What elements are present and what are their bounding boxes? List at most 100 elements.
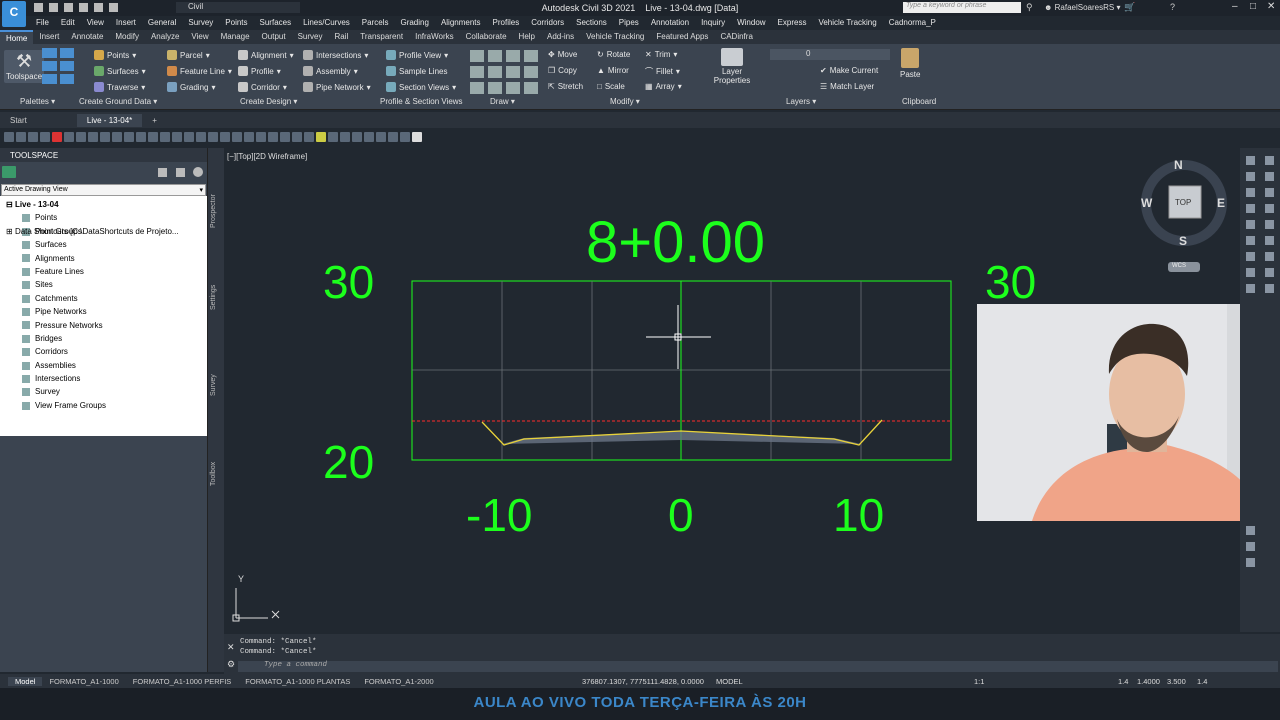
ribbon-tab[interactable]: Annotate bbox=[65, 30, 109, 44]
tree-item[interactable]: Catchments bbox=[0, 292, 207, 305]
alignment-button[interactable]: Alignment ▾ bbox=[238, 50, 294, 60]
close-icon[interactable]: ✕ bbox=[227, 642, 235, 653]
tree-item[interactable]: Surfaces bbox=[0, 238, 207, 251]
ribbon-tab[interactable]: Featured Apps bbox=[650, 30, 714, 44]
ribbon-tab[interactable]: Output bbox=[256, 30, 292, 44]
move-button[interactable]: ✥ Move bbox=[548, 50, 577, 59]
help-icon[interactable]: ? bbox=[1170, 2, 1175, 12]
ribbon-tab[interactable]: Analyze bbox=[145, 30, 185, 44]
layer-select[interactable]: 0 bbox=[770, 49, 890, 60]
points-button[interactable]: Points ▾ bbox=[94, 50, 136, 60]
tab-toolbox[interactable]: Toolbox bbox=[210, 462, 217, 486]
tree-item[interactable]: Survey bbox=[0, 385, 207, 398]
menu-item[interactable]: Insert bbox=[110, 16, 142, 30]
ribbon-tab[interactable]: Manage bbox=[215, 30, 256, 44]
ribbon-tab[interactable]: Home bbox=[0, 30, 34, 44]
search-icon[interactable]: ⚲ bbox=[1026, 2, 1033, 13]
tree-item[interactable]: Sites bbox=[0, 278, 207, 291]
menu-item[interactable]: File bbox=[30, 16, 55, 30]
draw-tools[interactable] bbox=[470, 50, 538, 94]
tree-item[interactable]: View Frame Groups bbox=[0, 399, 207, 412]
ribbon-tab[interactable]: Add-ins bbox=[541, 30, 580, 44]
quick-access-toolbar[interactable] bbox=[34, 3, 174, 13]
ribbon-tab[interactable]: Rail bbox=[328, 30, 354, 44]
paste-button[interactable]: Paste bbox=[900, 48, 920, 79]
menu-item[interactable]: Lines/Curves bbox=[297, 16, 356, 30]
traverse-button[interactable]: Traverse ▾ bbox=[94, 82, 145, 92]
wrench-icon[interactable]: ⚙ bbox=[227, 659, 235, 670]
panel-create-design[interactable]: Create Design ▾ bbox=[240, 97, 297, 106]
viewcube-top-face[interactable]: TOP bbox=[1175, 198, 1191, 207]
corridor-button[interactable]: Corridor ▾ bbox=[238, 82, 287, 92]
minimize-button[interactable]: – bbox=[1232, 1, 1238, 12]
toolbar-strip[interactable] bbox=[0, 129, 500, 145]
tree-item[interactable]: Alignments bbox=[0, 252, 207, 265]
profile-button[interactable]: Profile ▾ bbox=[238, 66, 281, 76]
menu-item[interactable]: Express bbox=[772, 16, 813, 30]
ribbon-tab[interactable]: Insert bbox=[33, 30, 65, 44]
view-select[interactable]: Active Drawing View ▾ bbox=[1, 184, 206, 196]
ribbon-tab[interactable]: Modify bbox=[109, 30, 145, 44]
section-views-button[interactable]: Section Views ▾ bbox=[386, 82, 456, 92]
menu-item[interactable]: Surfaces bbox=[254, 16, 298, 30]
compass-south[interactable]: S bbox=[1179, 234, 1187, 248]
sample-lines-button[interactable]: Sample Lines bbox=[386, 66, 447, 76]
ribbon-tab[interactable]: CADinfra bbox=[714, 30, 758, 44]
menu-item[interactable]: Edit bbox=[55, 16, 81, 30]
tree-item[interactable]: Pressure Networks bbox=[0, 319, 207, 332]
ribbon-tab[interactable]: View bbox=[185, 30, 214, 44]
panel-layers[interactable]: Layers ▾ bbox=[786, 97, 816, 106]
assembly-button[interactable]: Assembly ▾ bbox=[303, 66, 358, 76]
array-button[interactable]: ▦ Array ▾ bbox=[645, 82, 682, 91]
panel-draw[interactable]: Draw ▾ bbox=[490, 97, 515, 106]
tree-data-shortcuts[interactable]: ⊞ Data Shortcuts [C:\DataShortcuts de Pr… bbox=[0, 225, 207, 238]
panel-modify[interactable]: Modify ▾ bbox=[610, 97, 640, 106]
tree-item[interactable]: Feature Lines bbox=[0, 265, 207, 278]
annotation-scale[interactable]: 1:1 bbox=[974, 677, 984, 686]
app-logo[interactable]: C bbox=[2, 1, 26, 27]
menu-item[interactable]: Pipes bbox=[613, 16, 645, 30]
layout-tab[interactable]: FORMATO_A1-1000 PERFIS bbox=[126, 677, 239, 686]
toolspace-button[interactable]: ⚒ Toolspace bbox=[4, 50, 45, 83]
panel-profile-section-views[interactable]: Profile & Section Views bbox=[380, 97, 463, 106]
search-input[interactable]: Type a keyword or phrase bbox=[903, 2, 1021, 13]
tree-item[interactable]: Intersections bbox=[0, 372, 207, 385]
tab-drawing[interactable]: Live - 13-04* bbox=[76, 113, 143, 127]
toolspace-view-icon[interactable] bbox=[176, 168, 185, 177]
menu-item[interactable]: Points bbox=[219, 16, 253, 30]
stretch-button[interactable]: ⇱ Stretch bbox=[548, 82, 583, 91]
tab-survey[interactable]: Survey bbox=[210, 374, 217, 396]
layout-tab[interactable]: FORMATO_A1-1000 bbox=[42, 677, 125, 686]
compass-west[interactable]: W bbox=[1141, 196, 1152, 210]
ribbon-tab[interactable]: Vehicle Tracking bbox=[580, 30, 650, 44]
cart-icon[interactable]: 🛒 bbox=[1124, 2, 1135, 13]
panel-create-ground-data[interactable]: Create Ground Data ▾ bbox=[79, 97, 157, 106]
command-input[interactable]: Type a command bbox=[238, 661, 1278, 672]
new-tab-button[interactable]: + bbox=[142, 114, 167, 127]
trim-button[interactable]: ✕ Trim ▾ bbox=[645, 50, 677, 59]
tree-item[interactable]: Assemblies bbox=[0, 359, 207, 372]
wcs-menu[interactable]: WCS bbox=[1172, 263, 1186, 269]
menu-item[interactable]: Grading bbox=[394, 16, 434, 30]
right-toolbar[interactable] bbox=[1240, 148, 1280, 632]
right-toolbar-icons[interactable] bbox=[1240, 148, 1280, 632]
toolspace-options-icon[interactable] bbox=[158, 168, 167, 177]
fillet-button[interactable]: ⌒ Fillet ▾ bbox=[645, 66, 680, 77]
maximize-button[interactable]: □ bbox=[1250, 1, 1256, 12]
profile-view-button[interactable]: Profile View ▾ bbox=[386, 50, 448, 60]
menu-item[interactable]: Survey bbox=[182, 16, 219, 30]
menu-item[interactable]: Cadnorma_P bbox=[883, 16, 942, 30]
tab-start[interactable]: Start bbox=[0, 114, 37, 127]
menu-item[interactable]: Alignments bbox=[435, 16, 487, 30]
ribbon-tab[interactable]: Transparent bbox=[354, 30, 409, 44]
menu-item[interactable]: Parcels bbox=[356, 16, 395, 30]
menu-item[interactable]: Sections bbox=[570, 16, 613, 30]
workspace-select[interactable]: Civil bbox=[176, 2, 300, 13]
viewcube[interactable] bbox=[1141, 160, 1227, 272]
panel-clipboard[interactable]: Clipboard bbox=[902, 97, 936, 106]
tree-root[interactable]: ⊟ Live - 13-04 bbox=[0, 198, 207, 211]
ribbon-tab[interactable]: InfraWorks bbox=[409, 30, 460, 44]
viewport-controls[interactable]: [−][Top][2D Wireframe] bbox=[227, 152, 307, 161]
menu-item[interactable]: Window bbox=[731, 16, 771, 30]
feature-line-button[interactable]: Feature Line ▾ bbox=[167, 66, 232, 76]
